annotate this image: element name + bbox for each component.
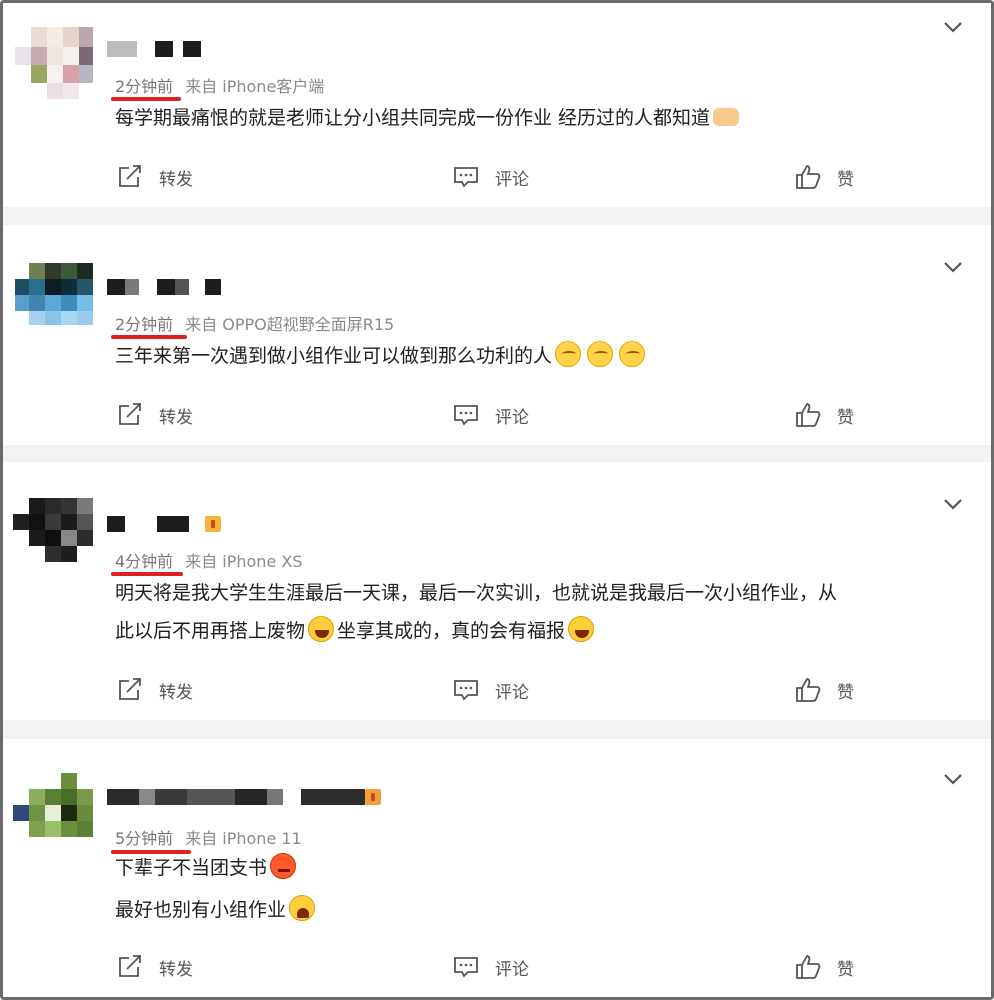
like-button[interactable]: 赞	[795, 674, 854, 706]
thinking-emoji-icon	[619, 341, 646, 367]
forward-label: 转发	[159, 682, 193, 703]
like-label: 赞	[837, 169, 854, 190]
comment-button[interactable]: 评论	[453, 161, 529, 193]
laughing-emoji-icon	[568, 616, 595, 642]
comment-label: 评论	[495, 407, 529, 428]
weibo-comment-list: 2分钟前 来自 iPhone客户端 每学期最痛恨的就是老师让分小组共同完成一份作业…	[0, 0, 994, 1000]
action-bar: 转发 评论 赞	[3, 399, 991, 431]
post-text-line: 三年来第一次遇到做小组作业可以做到那么功利的人	[115, 345, 553, 367]
post-meta: 4分钟前 来自 iPhone XS	[115, 548, 303, 572]
post-time: 5分钟前	[115, 829, 174, 848]
forward-button[interactable]: 转发	[117, 674, 193, 706]
post-text-line: 坐享其成的，真的会有福报	[337, 620, 566, 642]
chevron-down-icon[interactable]	[943, 259, 963, 273]
post-text-line: 最好也别有小组作业	[115, 899, 287, 921]
comment-card: 4分钟前 来自 iPhone XS 明天将是我大学生生涯最后一天课，最后一次实训，…	[3, 462, 991, 720]
chevron-down-icon[interactable]	[943, 496, 963, 510]
post-source: 来自 iPhone 11	[185, 829, 302, 848]
post-time: 2分钟前	[115, 77, 174, 96]
action-bar: 转发 评论 赞	[3, 951, 991, 983]
thinking-emoji-icon	[555, 341, 582, 367]
comment-card: 5分钟前 来自 iPhone 11 下辈子不当团支书 最好也别有小组作业 转发 评…	[3, 739, 991, 997]
share-icon	[119, 403, 141, 425]
comment-card: 2分钟前 来自 OPPO超视野全面屏R15 三年来第一次遇到做小组作业可以做到那么…	[3, 225, 991, 445]
crying-emoji-icon	[289, 895, 316, 921]
post-text-line: 每学期最痛恨的就是老师让分小组共同完成一份作业 经历过的人都知道	[115, 107, 711, 129]
action-bar: 转发 评论 赞	[3, 161, 991, 193]
comment-button[interactable]: 评论	[453, 674, 529, 706]
comment-label: 评论	[495, 959, 529, 980]
post-time: 2分钟前	[115, 315, 174, 334]
post-text: 此以后不用再搭上废物 坐享其成的，真的会有福报	[115, 612, 597, 650]
like-button[interactable]: 赞	[795, 399, 854, 431]
forward-button[interactable]: 转发	[117, 951, 193, 983]
post-text: 每学期最痛恨的就是老师让分小组共同完成一份作业 经历过的人都知道	[115, 99, 742, 137]
post-meta: 5分钟前 来自 iPhone 11	[115, 825, 302, 849]
post-text-line: 下辈子不当团支书	[115, 857, 268, 879]
handshake-emoji-icon	[713, 108, 740, 126]
like-label: 赞	[837, 959, 854, 980]
avatar[interactable]	[13, 263, 95, 339]
thumbs-up-icon	[796, 955, 821, 979]
post-meta: 2分钟前 来自 OPPO超视野全面屏R15	[115, 311, 394, 335]
avatar[interactable]	[13, 773, 95, 849]
forward-label: 转发	[159, 959, 193, 980]
like-button[interactable]: 赞	[795, 951, 854, 983]
chevron-down-icon[interactable]	[943, 19, 963, 33]
forward-button[interactable]: 转发	[117, 161, 193, 193]
post-text: 三年来第一次遇到做小组作业可以做到那么功利的人	[115, 337, 648, 375]
thinking-emoji-icon	[587, 341, 614, 367]
comment-icon	[454, 957, 478, 978]
angry-emoji-icon	[270, 853, 297, 879]
laughing-emoji-icon	[308, 616, 335, 642]
chevron-down-icon[interactable]	[943, 771, 963, 785]
comment-icon	[454, 405, 478, 426]
member-badge-icon	[365, 789, 381, 805]
share-icon	[119, 955, 141, 977]
comment-card: 2分钟前 来自 iPhone客户端 每学期最痛恨的就是老师让分小组共同完成一份作业…	[3, 3, 991, 207]
share-icon	[119, 678, 141, 700]
thumbs-up-icon	[796, 403, 821, 427]
comment-icon	[454, 680, 478, 701]
post-source: 来自 iPhone XS	[185, 552, 303, 571]
avatar[interactable]	[13, 498, 95, 574]
post-text-line: 明天将是我大学生生涯最后一天课，最后一次实训，也就说是我最后一次小组作业，从	[115, 582, 838, 604]
thumbs-up-icon	[796, 165, 821, 189]
forward-label: 转发	[159, 169, 193, 190]
post-text: 最好也别有小组作业	[115, 891, 318, 929]
like-label: 赞	[837, 407, 854, 428]
like-label: 赞	[837, 682, 854, 703]
like-button[interactable]: 赞	[795, 161, 854, 193]
post-source: 来自 iPhone客户端	[185, 77, 325, 96]
comment-label: 评论	[495, 682, 529, 703]
action-bar: 转发 评论 赞	[3, 674, 991, 706]
post-source: 来自 OPPO超视野全面屏R15	[185, 315, 395, 334]
comment-button[interactable]: 评论	[453, 951, 529, 983]
comment-button[interactable]: 评论	[453, 399, 529, 431]
post-time: 4分钟前	[115, 552, 174, 571]
forward-label: 转发	[159, 407, 193, 428]
member-badge-icon	[205, 516, 221, 532]
share-icon	[119, 165, 141, 187]
post-meta: 2分钟前 来自 iPhone客户端	[115, 73, 324, 97]
forward-button[interactable]: 转发	[117, 399, 193, 431]
thumbs-up-icon	[796, 678, 821, 702]
post-text: 下辈子不当团支书	[115, 849, 299, 887]
comment-icon	[454, 167, 478, 188]
comment-label: 评论	[495, 169, 529, 190]
post-text: 明天将是我大学生生涯最后一天课，最后一次实训，也就说是我最后一次小组作业，从	[115, 574, 837, 612]
post-text-line: 此以后不用再搭上废物	[115, 620, 306, 642]
avatar[interactable]	[13, 25, 95, 101]
